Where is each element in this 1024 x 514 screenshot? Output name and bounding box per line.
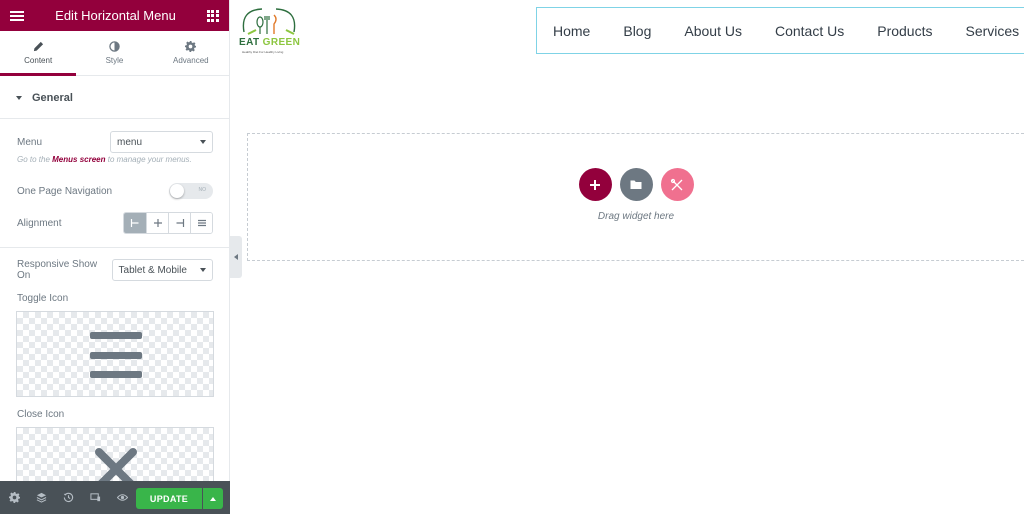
toggle-state: NO <box>198 187 207 193</box>
panel-header: Edit Horizontal Menu <box>0 0 229 31</box>
nav-item-services[interactable]: Services <box>965 23 1019 39</box>
drop-zone-label: Drag widget here <box>597 211 675 222</box>
panel-body: General Menu menu Go to the Menus screen… <box>0 77 229 481</box>
tab-content-label: Content <box>24 56 53 65</box>
alignment-label: Alignment <box>17 217 62 229</box>
responsive-label: Responsive Show On <box>17 259 98 281</box>
menu-label: Menu <box>17 136 43 148</box>
section-divider <box>0 247 229 248</box>
tab-advanced[interactable]: Advanced <box>153 31 229 75</box>
tab-style-label: Style <box>105 56 124 65</box>
hamburger-icon <box>90 332 142 378</box>
nav-item-home[interactable]: Home <box>553 23 590 39</box>
menu-select[interactable]: menu <box>110 131 213 153</box>
toggle-knob <box>170 184 184 198</box>
panel-tabs: Content Style Advanced <box>0 31 229 76</box>
align-justify-button[interactable] <box>190 213 212 233</box>
one-page-toggle[interactable]: NO <box>169 183 213 199</box>
close-icon-label: Close Icon <box>17 409 65 420</box>
tools-icon <box>670 178 683 190</box>
logo-word-green: GREEN <box>262 37 301 48</box>
responsive-select-value: Tablet & Mobile <box>118 264 187 276</box>
menu-icon[interactable] <box>10 10 24 21</box>
eye-icon <box>116 494 128 501</box>
update-button[interactable]: UPDATE <box>136 488 202 509</box>
responsive-select[interactable]: Tablet & Mobile <box>111 259 213 281</box>
align-left-icon <box>130 219 139 227</box>
menu-control: Menu menu <box>17 131 213 153</box>
add-section-button[interactable] <box>578 168 612 201</box>
align-justify-icon <box>197 219 206 227</box>
menu-hint: Go to the Menus screen to manage your me… <box>17 155 192 164</box>
toggle-icon-label: Toggle Icon <box>17 293 69 304</box>
nav-item-products[interactable]: Products <box>877 23 932 39</box>
close-icon <box>95 448 137 481</box>
panel-collapse-toggle[interactable] <box>230 236 242 278</box>
add-template-button[interactable] <box>619 168 653 201</box>
alignment-group <box>123 212 213 234</box>
folder-icon <box>630 180 642 189</box>
tab-advanced-label: Advanced <box>173 56 209 65</box>
section-general[interactable]: General <box>0 77 229 119</box>
hint-prefix: Go to the <box>17 155 53 164</box>
logo-tagline: Healthy Diet For Healthy Living <box>242 50 284 54</box>
contrast-icon <box>109 41 120 52</box>
one-page-label: One Page Navigation <box>17 185 113 197</box>
site-logo[interactable]: EAT GREEN Healthy Diet For Healthy Livin… <box>236 6 306 60</box>
caret-up-icon <box>210 496 216 501</box>
responsive-control: Responsive Show On Tablet & Mobile <box>17 259 213 281</box>
nav-item-contact-us[interactable]: Contact Us <box>775 23 844 39</box>
chevron-down-icon <box>200 140 206 144</box>
hint-suffix: to manage your menus. <box>105 155 192 164</box>
tab-content[interactable]: Content <box>0 31 77 76</box>
drop-zone-actions <box>578 168 694 201</box>
pencil-icon <box>33 41 43 52</box>
layers-icon <box>36 492 46 503</box>
navigator-button[interactable] <box>34 491 48 505</box>
align-left-button[interactable] <box>124 213 146 233</box>
menu-select-value: menu <box>117 136 143 148</box>
close-icon-picker[interactable] <box>16 427 214 481</box>
menus-screen-link[interactable]: Menus screen <box>52 155 105 164</box>
plus-icon <box>590 179 600 190</box>
update-options-button[interactable] <box>203 488 223 509</box>
align-center-icon <box>153 219 162 227</box>
logo-utensils-icon <box>242 8 296 35</box>
nav-item-about-us[interactable]: About Us <box>684 23 742 39</box>
logo-word-eat: EAT <box>239 37 263 48</box>
history-icon <box>63 492 73 503</box>
widgets-grid-icon[interactable] <box>206 9 219 22</box>
devices-icon <box>89 493 100 502</box>
align-right-icon <box>176 219 184 227</box>
nav-item-blog[interactable]: Blog <box>623 23 651 39</box>
responsive-mode-button[interactable] <box>88 491 102 505</box>
align-right-button[interactable] <box>168 213 190 233</box>
history-button[interactable] <box>61 491 75 505</box>
gear-icon <box>8 492 20 503</box>
align-center-button[interactable] <box>146 213 168 233</box>
chevron-left-icon <box>234 254 238 260</box>
panel-title: Edit Horizontal Menu <box>55 8 176 23</box>
horizontal-menu: Home Blog About Us Contact Us Products S… <box>536 7 1024 54</box>
gear-icon <box>185 41 197 52</box>
widget-drop-zone[interactable]: Drag widget here <box>247 133 1024 261</box>
preview-button[interactable] <box>115 491 129 505</box>
section-general-title: General <box>32 91 73 104</box>
logo-wordmark: EAT GREEN <box>239 37 300 48</box>
one-page-control: One Page Navigation NO <box>17 183 213 199</box>
tab-style[interactable]: Style <box>76 31 152 75</box>
alignment-control: Alignment <box>17 212 213 234</box>
add-kit-button[interactable] <box>660 168 694 201</box>
toggle-icon-picker[interactable] <box>16 311 214 397</box>
settings-button[interactable] <box>7 491 21 505</box>
panel-footer: UPDATE <box>0 481 230 514</box>
editor-panel: Edit Horizontal Menu Content Style Advan… <box>0 0 230 514</box>
chevron-down-icon <box>200 268 206 272</box>
caret-down-icon <box>16 95 22 100</box>
